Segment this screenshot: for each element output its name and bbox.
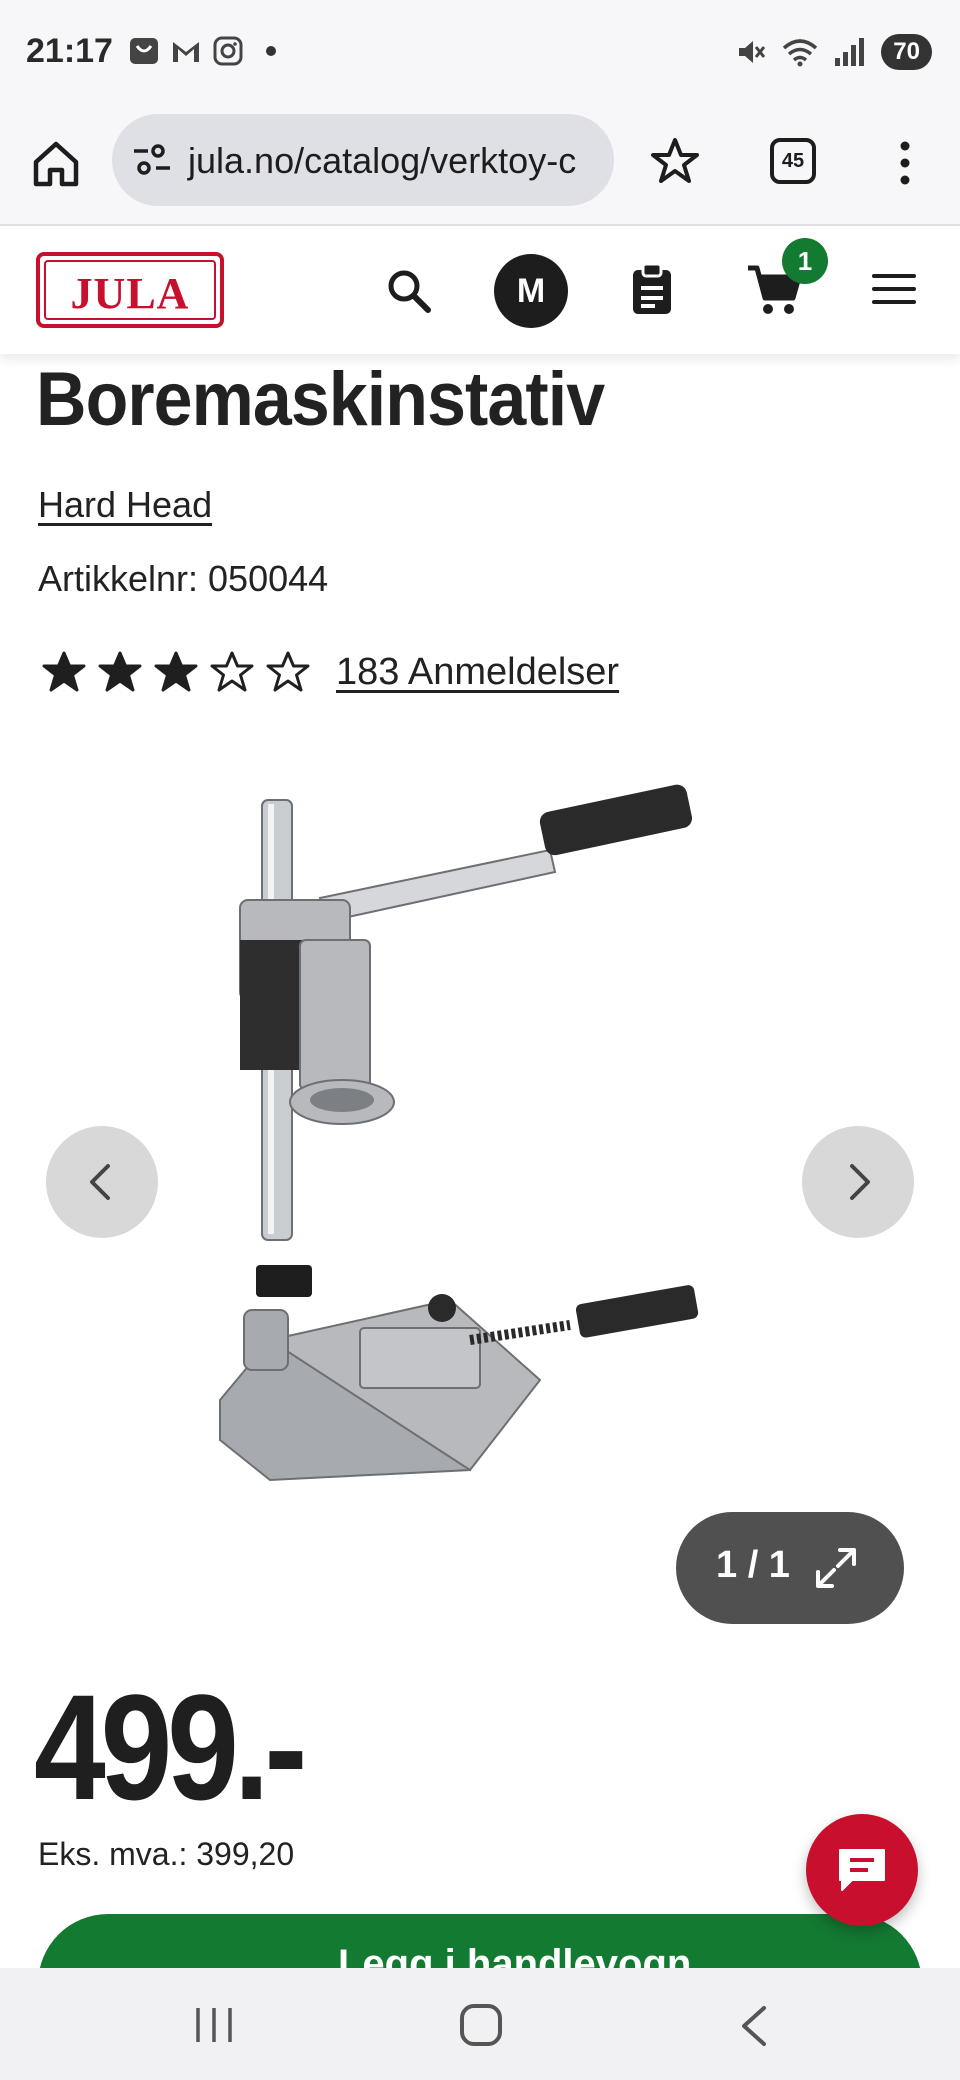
home-button[interactable] <box>460 2004 502 2046</box>
chat-icon <box>839 1849 885 1891</box>
product-title: Boremaskinstativ <box>36 357 605 442</box>
tab-switcher-button[interactable]: 45 <box>770 138 816 184</box>
logo-frame: JULA <box>44 260 216 320</box>
shopping-list-icon[interactable] <box>630 262 674 316</box>
system-nav-bar <box>0 1968 960 2080</box>
image-counter: 1 / 1 <box>716 1544 790 1586</box>
star-filled-icon <box>98 651 142 692</box>
product-image[interactable] <box>210 780 750 1580</box>
shopping-bag-icon <box>130 38 158 64</box>
account-avatar[interactable]: M <box>494 254 568 328</box>
next-image-button[interactable] <box>802 1126 914 1238</box>
star-rating <box>42 650 310 694</box>
home-icon[interactable] <box>30 138 82 190</box>
star-empty-icon <box>210 651 254 692</box>
logo-text: JULA <box>70 269 190 318</box>
chevron-left-icon <box>90 1164 110 1200</box>
image-counter-fullscreen[interactable]: 1 / 1 <box>676 1512 904 1624</box>
chat-button[interactable] <box>806 1814 918 1926</box>
more-notifications-dot <box>266 46 276 56</box>
star-filled-icon <box>154 651 198 692</box>
article-number: Artikkelnr: 050044 <box>38 558 329 599</box>
url-text[interactable]: jula.no/catalog/verktoy-c <box>188 140 576 182</box>
status-bar: 21:17 70 <box>0 0 960 110</box>
product-gallery: 1 / 1 <box>0 740 960 1640</box>
cart-count-badge[interactable]: 1 <box>782 238 828 284</box>
star-empty-icon <box>266 651 310 692</box>
rating-row: 183 Anmeldelser <box>42 650 619 694</box>
recent-apps-icon[interactable] <box>192 2004 236 2046</box>
expand-icon <box>816 1548 856 1588</box>
browser-toolbar: jula.no/catalog/verktoy-c 45 <box>0 110 960 226</box>
gmail-icon <box>173 42 199 62</box>
address-bar[interactable]: jula.no/catalog/verktoy-c <box>112 114 614 206</box>
status-time: 21:17 <box>26 32 113 70</box>
brand-link[interactable]: Hard Head <box>38 484 212 526</box>
product-page: 21:17 70 jula.no/catalog/verktoy-c 45 JU… <box>0 0 960 2080</box>
browser-menu-icon[interactable] <box>890 138 920 188</box>
site-settings-icon[interactable] <box>132 142 172 178</box>
wifi-icon <box>783 39 818 67</box>
mute-icon <box>739 41 766 63</box>
chevron-right-icon <box>850 1164 870 1200</box>
product-price: 499.- <box>34 1663 307 1831</box>
reviews-link[interactable]: 183 Anmeldelser <box>336 651 619 694</box>
jula-logo[interactable]: JULA <box>36 252 224 328</box>
price-ex-vat: Eks. mva.: 399,20 <box>38 1836 295 1872</box>
instagram-icon <box>213 36 243 66</box>
back-icon[interactable] <box>736 2004 772 2048</box>
signal-icon <box>835 38 865 66</box>
bookmark-star-icon[interactable] <box>650 136 700 186</box>
star-filled-icon <box>42 651 86 692</box>
notification-icons <box>128 36 276 66</box>
hamburger-menu-icon[interactable] <box>872 272 916 306</box>
search-icon[interactable] <box>384 266 432 314</box>
previous-image-button[interactable] <box>46 1126 158 1238</box>
site-header: JULA M 1 <box>0 226 960 354</box>
system-icons: 70 <box>735 34 932 70</box>
battery-indicator: 70 <box>881 34 932 70</box>
